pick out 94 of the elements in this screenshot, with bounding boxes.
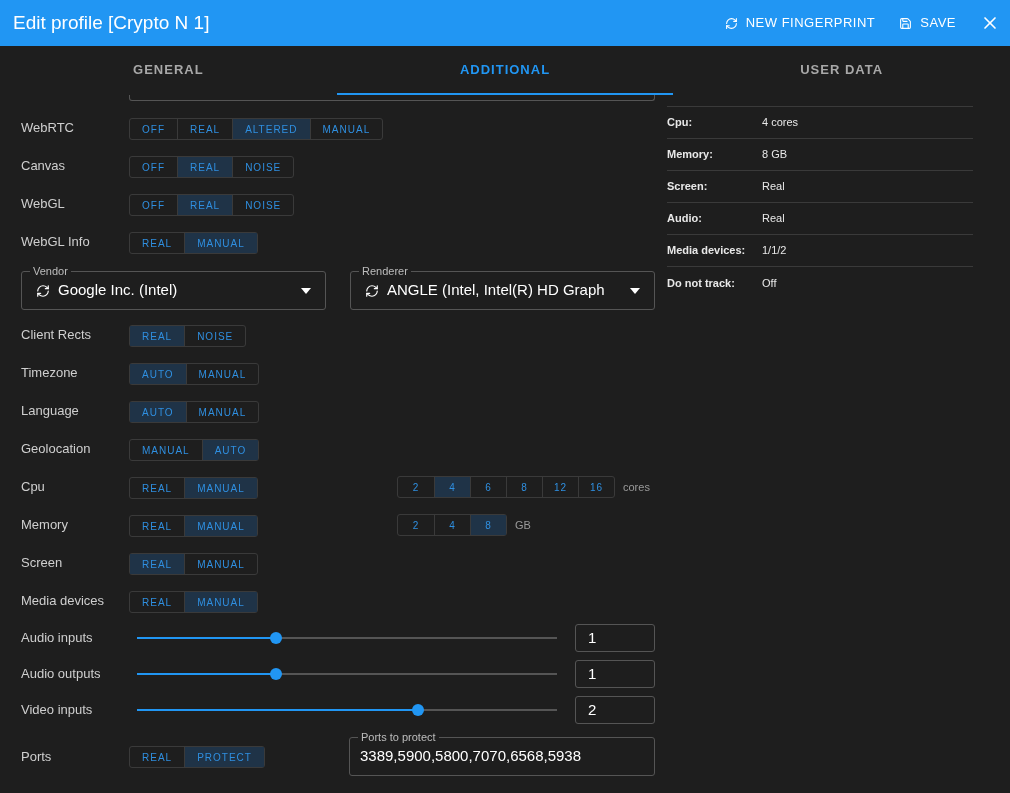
setting-label: WebGL Info — [21, 233, 91, 252]
mode-option[interactable]: PROTECT — [184, 747, 264, 767]
tab[interactable]: ADDITIONAL — [336, 46, 674, 95]
tab[interactable]: GENERAL — [0, 46, 337, 95]
setting-label: WebGL — [21, 195, 66, 214]
mode-option[interactable]: MANUAL — [185, 402, 259, 423]
mode-option[interactable]: MANUAL — [184, 233, 257, 254]
number-field[interactable]: 1 — [575, 624, 655, 652]
setting-label: Screen — [21, 554, 64, 573]
field-label: Renderer — [359, 264, 411, 278]
setting-label: Audio inputs — [21, 629, 94, 648]
setting-label: Cpu — [21, 478, 46, 497]
field-label: Vendor — [30, 264, 71, 278]
slider-thumb[interactable] — [412, 704, 425, 716]
value-option[interactable]: 4 — [434, 477, 470, 497]
mode-option[interactable]: MANUAL — [130, 440, 202, 461]
summary-value: 8 GB — [762, 147, 788, 163]
summary-label: Cpu: — [667, 115, 694, 131]
mode-option[interactable]: OFF — [130, 157, 177, 178]
setting-label: Geolocation — [21, 440, 92, 459]
mode-option[interactable]: MANUAL — [184, 516, 257, 537]
summary-value: Real — [762, 179, 785, 195]
summary-label: Audio: — [667, 211, 703, 227]
mode-option[interactable]: REAL — [130, 326, 185, 347]
value-option[interactable]: 2 — [398, 477, 434, 497]
mode-option[interactable]: REAL — [130, 747, 185, 767]
setting-label: Client Rects — [21, 326, 93, 345]
summary-value: Off — [762, 275, 777, 291]
mode-option[interactable]: AUTO — [130, 364, 186, 385]
slider-thumb[interactable] — [269, 632, 282, 644]
summary-value: Real — [762, 211, 785, 227]
slider-thumb[interactable] — [269, 668, 282, 680]
mode-option[interactable]: REAL — [130, 592, 185, 613]
value-option[interactable]: 12 — [542, 477, 578, 497]
setting-label: Canvas — [21, 157, 67, 176]
mode-option[interactable]: MANUAL — [309, 119, 383, 140]
refresh-icon — [36, 283, 50, 298]
value-option[interactable]: 2 — [398, 515, 434, 535]
window-title: Edit profile [Crypto N 1] — [13, 10, 211, 35]
value-option[interactable]: 6 — [470, 477, 506, 497]
setting-label: Language — [21, 402, 80, 421]
select-value: ANGLE (Intel, Intel(R) HD Graph — [387, 280, 606, 301]
fingerprint-button[interactable]: NEW FINGERPRINT — [724, 13, 876, 33]
setting-label: Ports — [21, 747, 53, 766]
mode-option[interactable]: ALTERED — [232, 119, 310, 140]
field-label: Ports to protect — [358, 730, 439, 744]
setting-label: Memory — [21, 516, 69, 535]
refresh-icon — [724, 16, 738, 30]
summary-label: Screen: — [667, 179, 709, 195]
number-field[interactable]: 1 — [575, 660, 655, 688]
tab[interactable]: USER DATA — [673, 46, 1010, 95]
summary-label: Media devices: — [667, 243, 747, 259]
value-option[interactable]: 8 — [470, 515, 506, 535]
slider-track[interactable] — [137, 668, 557, 680]
select-value: Google Inc. (Intel) — [58, 280, 179, 301]
mode-option[interactable]: AUTO — [130, 402, 186, 423]
save-button[interactable]: SAVE — [899, 13, 956, 33]
setting-label: WebRTC — [21, 119, 75, 138]
summary-label: Memory: — [667, 147, 714, 163]
number-field[interactable]: 2 — [575, 696, 655, 724]
refresh-icon — [365, 283, 379, 298]
ports-value: 3389,5900,5800,7070,6568,5938 — [360, 746, 582, 767]
unit-label: GB — [515, 517, 531, 533]
mode-option[interactable]: MANUAL — [185, 364, 259, 385]
mode-option[interactable]: REAL — [130, 516, 185, 537]
setting-label: Timezone — [21, 364, 79, 383]
mode-option[interactable]: NOISE — [184, 326, 246, 347]
mode-option[interactable]: OFF — [130, 195, 177, 216]
mode-option[interactable]: MANUAL — [184, 554, 257, 575]
summary-label: Do not track: — [667, 275, 736, 291]
mode-option[interactable]: REAL — [130, 554, 185, 575]
mode-option[interactable]: REAL — [177, 157, 233, 178]
mode-option[interactable]: OFF — [130, 119, 177, 140]
mode-option[interactable]: NOISE — [232, 195, 294, 216]
mode-option[interactable]: AUTO — [201, 440, 259, 461]
summary-value: 1/1/2 — [762, 243, 787, 259]
slider-track[interactable] — [137, 704, 557, 716]
mode-option[interactable]: MANUAL — [184, 592, 257, 613]
mode-option[interactable]: MANUAL — [184, 478, 257, 499]
mode-option[interactable]: REAL — [130, 478, 185, 499]
save-icon — [899, 16, 913, 30]
slider-track[interactable] — [137, 632, 557, 644]
caret-icon — [301, 287, 311, 294]
mode-option[interactable]: REAL — [130, 233, 185, 254]
mode-option[interactable]: NOISE — [232, 157, 294, 178]
caret-icon — [630, 287, 640, 294]
setting-label: Audio outputs — [21, 665, 102, 684]
mode-option[interactable]: REAL — [177, 195, 233, 216]
setting-label: Video inputs — [21, 701, 94, 720]
summary-value: 4 cores — [762, 115, 799, 131]
setting-label: Media devices — [21, 592, 106, 611]
value-option[interactable]: 8 — [506, 477, 542, 497]
unit-label: cores — [623, 479, 650, 495]
value-option[interactable]: 16 — [578, 477, 614, 497]
